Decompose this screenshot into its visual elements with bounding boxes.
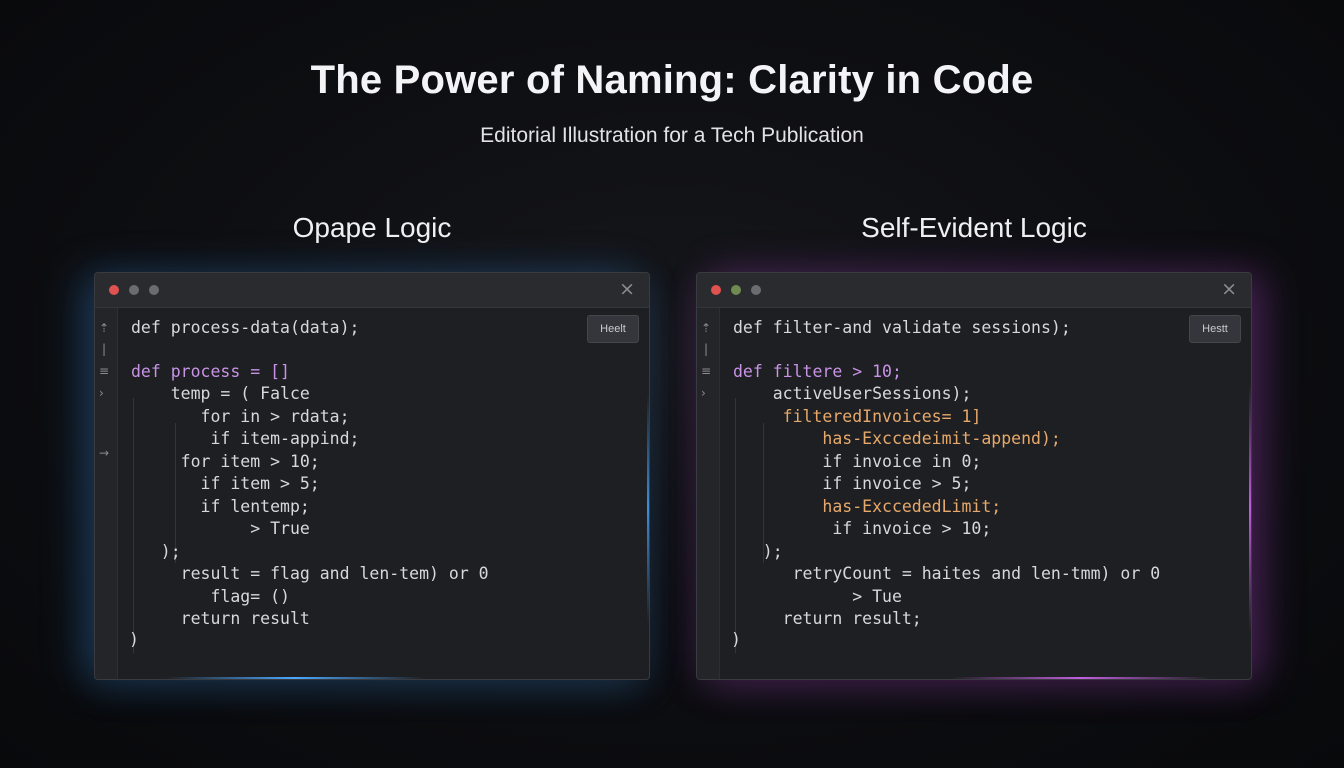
code-line: if item > 5;: [131, 474, 320, 493]
code-line: > True: [131, 519, 310, 538]
page-subtitle: Editorial Illustration for a Tech Public…: [480, 124, 864, 147]
code-line: for in > rdata;: [131, 407, 350, 426]
maximize-dot-icon[interactable]: [751, 285, 761, 295]
code-line: flag= (): [131, 587, 290, 606]
page-title: The Power of Naming: Clarity in Code: [310, 58, 1034, 102]
minimize-dot-icon[interactable]: [731, 285, 741, 295]
right-gutter: ⇡ | ≡ ›: [697, 308, 720, 679]
close-dot-icon[interactable]: [711, 285, 721, 295]
left-gutter: ⇡ | ≡ › →: [95, 308, 118, 679]
code-line: if invoice > 10;: [733, 519, 992, 538]
code-line: > Tue: [733, 587, 902, 606]
code-line: def filter-and validate sessions);: [733, 318, 1071, 337]
left-run-button[interactable]: Heelt: [587, 315, 639, 343]
right-code-window: × ⇡ | ≡ › Hestt def filter-and validate …: [696, 272, 1252, 680]
close-icon[interactable]: ×: [1221, 279, 1237, 299]
close-icon[interactable]: ×: [619, 279, 635, 299]
code-line: );: [733, 542, 783, 561]
right-window-titlebar: ×: [697, 273, 1251, 308]
line-marker-icon: |: [102, 342, 107, 356]
code-line: temp = ( Falce: [131, 384, 310, 403]
chevron-right-icon[interactable]: ›: [701, 386, 706, 400]
minimize-dot-icon[interactable]: [129, 285, 139, 295]
code-line: if item-appind;: [131, 429, 360, 448]
code-line: return result;: [733, 609, 922, 628]
fold-up-icon[interactable]: ⇡: [701, 321, 711, 335]
code-line: ): [731, 630, 741, 649]
code-line: activeUserSessions);: [733, 384, 972, 403]
menu-icon[interactable]: ≡: [701, 364, 711, 378]
code-line: def process = []: [131, 362, 290, 381]
left-glow-edge-inner: [647, 393, 649, 623]
left-window-titlebar: ×: [95, 273, 649, 308]
code-line: );: [131, 542, 181, 561]
code-line: filteredInvoices= 1]: [733, 407, 982, 426]
code-line: ): [129, 630, 139, 649]
close-dot-icon[interactable]: [109, 285, 119, 295]
code-line: has-Exccedeimit-append);: [733, 429, 1061, 448]
code-line: def filtere > 10;: [733, 362, 902, 381]
code-line: if lentemp;: [131, 497, 310, 516]
right-panel-heading: Self-Evident Logic: [861, 212, 1087, 243]
code-line: def process-data(data);: [131, 318, 360, 337]
right-run-button[interactable]: Hestt: [1189, 315, 1241, 343]
line-marker-icon: |: [704, 342, 709, 356]
fold-up-icon[interactable]: ⇡: [99, 321, 109, 335]
left-panel-heading: Opape Logic: [292, 212, 452, 243]
arrow-right-icon[interactable]: →: [99, 446, 109, 460]
code-line: for item > 10;: [131, 452, 320, 471]
page: The Power of Naming: Clarity in Code Edi…: [0, 0, 1344, 768]
maximize-dot-icon[interactable]: [149, 285, 159, 295]
right-glow-edge: [1249, 383, 1251, 633]
code-line: if invoice in 0;: [733, 452, 982, 471]
left-code-window: × ⇡ | ≡ › → Heelt def process-data(data)…: [94, 272, 650, 680]
code-line: result = flag and len-tem) or 0: [131, 564, 489, 583]
code-line: has-ExccededLimit;: [733, 497, 1002, 516]
menu-icon[interactable]: ≡: [99, 364, 109, 378]
code-line: return result: [131, 609, 310, 628]
code-line: if invoice > 5;: [733, 474, 972, 493]
chevron-right-icon[interactable]: ›: [99, 386, 104, 400]
code-line: retryCount = haites and len-tmm) or 0: [733, 564, 1161, 583]
